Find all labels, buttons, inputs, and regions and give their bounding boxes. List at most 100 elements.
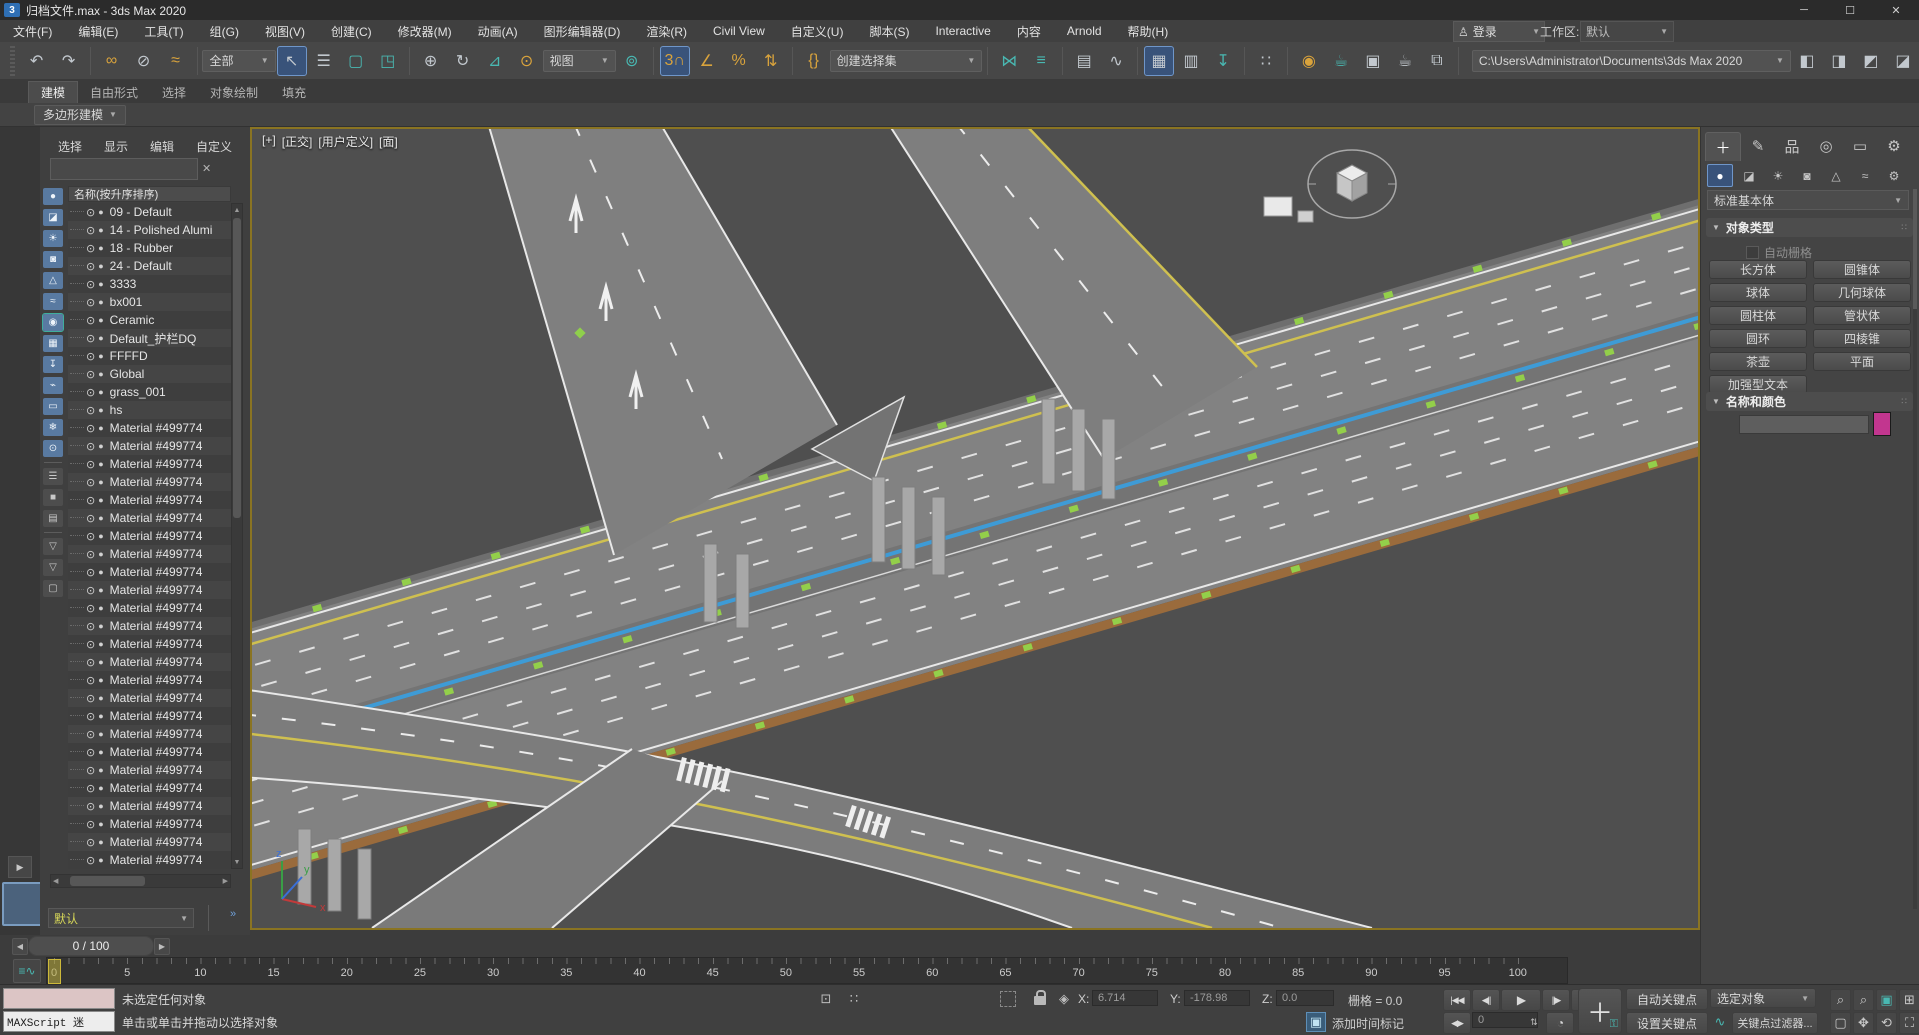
selectability-dot-icon[interactable]: ● xyxy=(98,477,103,487)
menu-item[interactable]: 工具(T) xyxy=(131,20,196,42)
scene-explorer-row[interactable]: ⊙ ● Material #499774 xyxy=(68,797,231,815)
maxscript-mini-listener-white[interactable]: MAXScript 迷 xyxy=(3,1011,115,1032)
scrollbar-thumb[interactable] xyxy=(70,876,145,886)
create-selection-set-dropdown[interactable]: 创建选择集▼ xyxy=(830,50,983,72)
scene-explorer-row[interactable]: ⊙ ● Material #499774 xyxy=(68,671,231,689)
select-by-name-button[interactable]: ☰ xyxy=(309,46,339,76)
visibility-eye-icon[interactable]: ⊙ xyxy=(86,476,95,489)
menu-item[interactable]: 图形编辑器(D) xyxy=(531,20,634,42)
scene-explorer-menu-item[interactable]: 自定义 xyxy=(196,138,232,155)
selectability-dot-icon[interactable]: ● xyxy=(98,801,103,811)
visibility-eye-icon[interactable]: ⊙ xyxy=(86,638,95,651)
scene-explorer-row[interactable]: ⊙ ● grass_001 xyxy=(68,383,231,401)
zoom-region-icon[interactable]: ▢ xyxy=(1830,1012,1851,1034)
use-pivot-center-button[interactable]: ⊚ xyxy=(617,46,647,76)
filter-hidden-icon[interactable]: ⊙ xyxy=(43,440,63,457)
scene-explorer-row[interactable]: ⊙ ● Material #499774 xyxy=(68,617,231,635)
reference-coordinate-dropdown[interactable]: 视图▼ xyxy=(543,50,616,72)
viewport-shading-label[interactable]: [面] xyxy=(379,133,398,150)
selectability-dot-icon[interactable]: ● xyxy=(98,621,103,631)
workspace-icon-4[interactable]: ◪ xyxy=(1888,46,1918,76)
scene-explorer-menu-item[interactable]: 选择 xyxy=(58,138,82,155)
object-color-swatch[interactable] xyxy=(1873,412,1891,436)
key-mode-toggle-button[interactable]: ◀▶ xyxy=(1443,1012,1471,1034)
pan-hand-icon[interactable]: ✥ xyxy=(1853,1012,1874,1034)
toolbar-drag-handle[interactable] xyxy=(10,46,15,76)
frame-spinner-icon[interactable]: ⇅ xyxy=(1524,1012,1544,1032)
visibility-eye-icon[interactable]: ⊙ xyxy=(86,800,95,813)
toggle-scene-explorer-button[interactable]: ▦ xyxy=(1144,46,1174,76)
login-dropdown[interactable]: ♙ 登录 ▼ xyxy=(1453,21,1545,42)
filter-materials-icon[interactable]: ◉ xyxy=(43,314,63,331)
ribbon-tab-populate[interactable]: 填充 xyxy=(270,82,318,103)
selectability-dot-icon[interactable]: ● xyxy=(98,819,103,829)
ribbon-tab-freeform[interactable]: 自由形式 xyxy=(78,82,150,103)
scene-explorer-row[interactable]: ⊙ ● Global xyxy=(68,365,231,383)
align-button[interactable]: ≡ xyxy=(1026,46,1056,76)
scene-explorer-row[interactable]: ⊙ ● Material #499774 xyxy=(68,419,231,437)
visibility-eye-icon[interactable]: ⊙ xyxy=(86,764,95,777)
layer-manager-button[interactable]: ▤ xyxy=(1069,46,1099,76)
object-type-button[interactable]: 圆环 xyxy=(1709,329,1807,348)
offset-mode-icon[interactable]: ∷ xyxy=(844,989,864,1009)
name-column-header[interactable]: 名称(按升序排序) xyxy=(68,186,231,202)
next-frame-button[interactable]: ||▶ xyxy=(1542,989,1570,1011)
visibility-eye-icon[interactable]: ⊙ xyxy=(86,548,95,561)
selectability-dot-icon[interactable]: ● xyxy=(98,711,103,721)
zoom-extents-all-icon[interactable]: ⊞ xyxy=(1899,989,1919,1011)
redo-button[interactable]: ↷ xyxy=(54,46,84,76)
object-type-button[interactable]: 球体 xyxy=(1709,283,1807,302)
tab-hierarchy[interactable]: 品 xyxy=(1775,132,1809,160)
autogrid-checkbox[interactable]: 自动栅格 xyxy=(1746,244,1812,261)
menu-item[interactable]: Civil View xyxy=(700,20,778,42)
selectability-dot-icon[interactable]: ● xyxy=(98,531,103,541)
selectability-dot-icon[interactable]: ● xyxy=(98,405,103,415)
absolute-mode-icon[interactable]: ◈ xyxy=(1054,989,1074,1009)
visibility-eye-icon[interactable]: ⊙ xyxy=(86,422,95,435)
scene-explorer-row[interactable]: ⊙ ● Material #499774 xyxy=(68,509,231,527)
menu-item[interactable]: Arnold xyxy=(1054,20,1115,42)
scene-explorer-row[interactable]: ⊙ ● Material #499774 xyxy=(68,437,231,455)
rendered-frame-window-button[interactable]: ▣ xyxy=(1358,46,1388,76)
scene-explorer-row[interactable]: ⊙ ● Material #499774 xyxy=(68,473,231,491)
scene-explorer-row[interactable]: ⊙ ● Material #499774 xyxy=(68,545,231,563)
select-object-button[interactable]: ↖ xyxy=(277,46,307,76)
y-coordinate-field[interactable]: -178.98 xyxy=(1184,990,1250,1006)
expand-panel-button[interactable]: ▶ xyxy=(8,856,32,878)
tab-modify[interactable]: ✎ xyxy=(1741,132,1775,160)
workspace-icon-3[interactable]: ◩ xyxy=(1856,46,1886,76)
scroll-down-icon[interactable]: ▼ xyxy=(232,856,242,868)
selectability-dot-icon[interactable]: ● xyxy=(98,315,103,325)
menu-item[interactable]: 动画(A) xyxy=(465,20,531,42)
selection-lock-icon[interactable] xyxy=(1034,996,1046,1005)
maxscript-mini-listener-pink[interactable] xyxy=(3,988,115,1009)
scene-explorer-row[interactable]: ⊙ ● 14 - Polished Alumi xyxy=(68,221,231,239)
menu-item[interactable]: 内容 xyxy=(1004,20,1054,42)
visibility-eye-icon[interactable]: ⊙ xyxy=(86,458,95,471)
timeline-track-bar[interactable]: 0510152025303540455055606570758085909510… xyxy=(46,957,1568,984)
subtab-shapes-icon[interactable]: ◪ xyxy=(1736,164,1762,187)
time-slider[interactable] xyxy=(48,959,61,984)
add-time-tag-label[interactable]: 添加时间标记 xyxy=(1332,1015,1404,1032)
tab-utilities[interactable]: ⚙ xyxy=(1877,132,1911,160)
previous-frame-button[interactable]: ◀ xyxy=(12,938,28,955)
render-setup-button[interactable]: ☕ xyxy=(1326,46,1356,76)
scene-explorer-row[interactable]: ⊙ ● Material #499774 xyxy=(68,743,231,761)
ribbon-tab-object-paint[interactable]: 对象绘制 xyxy=(198,82,270,103)
orbit-icon[interactable]: ⟲ xyxy=(1876,1012,1897,1034)
named-selection-sets-button[interactable]: {} xyxy=(799,46,829,76)
zoom-all-icon[interactable]: ⌕ xyxy=(1853,989,1874,1011)
viewport-menu-plus[interactable]: [+] xyxy=(262,133,276,150)
visibility-eye-icon[interactable]: ⊙ xyxy=(86,440,95,453)
name-color-rollout-header[interactable]: ▼ 名称和颜色 ∷ xyxy=(1706,392,1913,411)
menu-item[interactable]: 脚本(S) xyxy=(856,20,922,42)
selectability-dot-icon[interactable]: ● xyxy=(98,207,103,217)
visibility-eye-icon[interactable]: ⊙ xyxy=(86,512,95,525)
menu-item[interactable]: 视图(V) xyxy=(252,20,318,42)
selectability-dot-icon[interactable]: ● xyxy=(98,747,103,757)
menu-item[interactable]: 创建(C) xyxy=(318,20,385,42)
close-button[interactable]: ✕ xyxy=(1873,0,1919,20)
explorer-more-link[interactable]: » xyxy=(230,908,236,920)
scene-explorer-row[interactable]: ⊙ ● Material #499774 xyxy=(68,581,231,599)
subtab-helpers-icon[interactable]: △ xyxy=(1823,164,1849,187)
